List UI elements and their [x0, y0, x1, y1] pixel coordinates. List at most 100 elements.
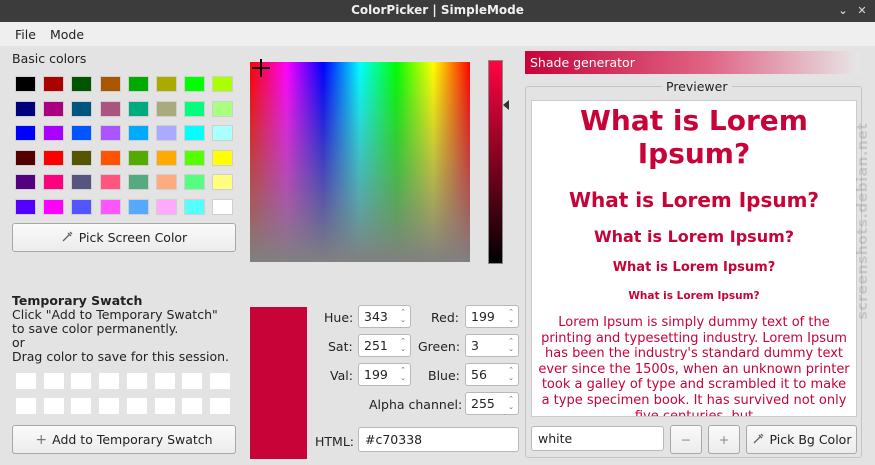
temporary-swatch-slot[interactable] [16, 373, 36, 389]
basic-color-swatch[interactable] [156, 199, 177, 215]
menu-mode[interactable]: Mode [50, 27, 84, 42]
basic-color-swatch[interactable] [156, 76, 177, 92]
basic-color-swatch[interactable] [212, 199, 234, 215]
slider-handle-icon[interactable] [503, 100, 509, 110]
temporary-swatch-slot[interactable] [154, 398, 175, 414]
temporary-swatch-slot[interactable] [71, 398, 92, 414]
basic-color-swatch[interactable] [212, 125, 234, 142]
value-slider[interactable] [488, 60, 503, 264]
basic-color-swatch[interactable] [127, 174, 149, 191]
basic-color-swatch[interactable] [127, 125, 149, 142]
color-spectrum[interactable] [250, 62, 470, 262]
basic-color-swatch[interactable] [15, 76, 36, 92]
temporary-swatch-slot[interactable] [182, 398, 203, 414]
basic-color-swatch[interactable] [71, 100, 93, 117]
basic-color-swatch[interactable] [99, 174, 121, 191]
green-spinbox[interactable]: 3 ⌃ ⌄ [465, 334, 519, 357]
temporary-swatch-slot[interactable] [99, 373, 120, 389]
minimize-icon[interactable]: ⌄ [836, 4, 850, 18]
blue-spinbox[interactable]: 56 ⌃ ⌄ [465, 363, 519, 386]
temporary-swatch-slot[interactable] [126, 373, 147, 389]
temporary-swatch-slot[interactable] [71, 373, 92, 389]
alpha-spinbox[interactable]: 255 ⌃ ⌄ [465, 392, 519, 415]
temporary-swatch-slot[interactable] [209, 373, 230, 389]
basic-color-swatch[interactable] [43, 100, 65, 117]
basic-color-swatch[interactable] [184, 76, 206, 92]
basic-color-swatch[interactable] [184, 174, 206, 191]
basic-color-swatch[interactable] [71, 149, 93, 166]
title-bar: ColorPicker | SimpleMode ⌄ ✕ [0, 0, 875, 22]
close-icon[interactable]: ✕ [855, 4, 869, 18]
temporary-swatch-slot[interactable] [43, 373, 64, 389]
spin-arrows-icon[interactable]: ⌃ ⌄ [508, 395, 514, 411]
basic-color-swatch[interactable] [127, 149, 149, 166]
basic-color-swatch[interactable] [71, 174, 93, 191]
spin-arrows-icon[interactable]: ⌃ ⌄ [400, 308, 406, 324]
minus-button[interactable]: − [670, 425, 702, 454]
blue-value: 56 [471, 367, 487, 382]
red-spinbox[interactable]: 199 ⌃ ⌄ [465, 305, 519, 328]
preview-heading-2: What is Lorem Ipsum? [568, 188, 820, 212]
basic-color-swatch[interactable] [99, 199, 121, 215]
val-spinbox[interactable]: 199 ⌃ ⌄ [358, 363, 411, 386]
basic-color-swatch[interactable] [43, 76, 65, 92]
basic-color-swatch[interactable] [184, 199, 206, 215]
basic-color-swatch[interactable] [99, 100, 121, 117]
spin-arrows-icon[interactable]: ⌃ ⌄ [508, 337, 514, 353]
basic-color-swatch[interactable] [43, 174, 65, 191]
basic-color-swatch[interactable] [127, 199, 149, 215]
menu-file[interactable]: File [15, 27, 36, 42]
spin-arrows-icon[interactable]: ⌃ ⌄ [508, 308, 514, 324]
basic-color-swatch[interactable] [184, 125, 206, 142]
plus-button[interactable]: + [708, 425, 740, 454]
basic-color-swatch[interactable] [212, 100, 234, 117]
basic-color-swatch[interactable] [15, 199, 36, 215]
basic-color-swatch[interactable] [156, 149, 177, 166]
pick-screen-color-button[interactable]: Pick Screen Color [12, 223, 236, 252]
basic-color-swatch[interactable] [156, 174, 177, 191]
red-label: Red: [431, 310, 459, 325]
temporary-swatch-slot[interactable] [126, 398, 147, 414]
basic-color-swatch[interactable] [99, 76, 121, 92]
add-temporary-swatch-button[interactable]: + Add to Temporary Swatch [12, 425, 236, 454]
pick-bg-color-button[interactable]: Pick Bg Color [746, 425, 857, 454]
basic-color-swatch[interactable] [71, 125, 93, 142]
sat-spinbox[interactable]: 251 ⌃ ⌄ [358, 334, 411, 357]
green-label: Green: [418, 339, 461, 354]
basic-color-swatch[interactable] [71, 199, 93, 215]
basic-color-swatch[interactable] [43, 125, 65, 142]
basic-color-swatch[interactable] [127, 100, 149, 117]
hue-spinbox[interactable]: 343 ⌃ ⌄ [358, 305, 411, 328]
temporary-swatch-slot[interactable] [209, 398, 230, 414]
basic-color-swatch[interactable] [15, 174, 36, 191]
temporary-swatch-slot[interactable] [16, 398, 36, 414]
alpha-label: Alpha channel: [369, 397, 463, 412]
basic-color-swatch[interactable] [127, 76, 149, 92]
basic-color-swatch[interactable] [15, 100, 36, 117]
basic-color-swatch[interactable] [43, 149, 65, 166]
bg-color-input[interactable]: white [531, 426, 664, 451]
spin-arrows-icon[interactable]: ⌃ ⌄ [400, 337, 406, 353]
basic-color-swatch[interactable] [43, 199, 65, 215]
basic-color-swatch[interactable] [15, 149, 36, 166]
html-color-input[interactable]: #c70338 [358, 427, 519, 452]
temporary-swatch-slot[interactable] [182, 373, 203, 389]
basic-color-swatch[interactable] [156, 125, 177, 142]
basic-color-swatch[interactable] [184, 149, 206, 166]
basic-color-swatch[interactable] [184, 100, 206, 117]
temporary-swatch-slot[interactable] [99, 398, 120, 414]
basic-color-swatch[interactable] [99, 149, 121, 166]
basic-color-swatch[interactable] [99, 125, 121, 142]
spin-arrows-icon[interactable]: ⌃ ⌄ [400, 366, 406, 382]
temporary-swatch-slot[interactable] [43, 398, 64, 414]
basic-color-swatch[interactable] [71, 76, 93, 92]
temporary-swatch-slot[interactable] [154, 373, 175, 389]
basic-color-swatch[interactable] [212, 149, 234, 166]
crosshair-icon[interactable] [252, 59, 270, 77]
eyedropper-icon [752, 432, 765, 448]
basic-color-swatch[interactable] [212, 174, 234, 191]
basic-color-swatch[interactable] [212, 76, 234, 92]
basic-color-swatch[interactable] [15, 125, 36, 142]
basic-color-swatch[interactable] [156, 100, 177, 117]
spin-arrows-icon[interactable]: ⌃ ⌄ [508, 366, 514, 382]
